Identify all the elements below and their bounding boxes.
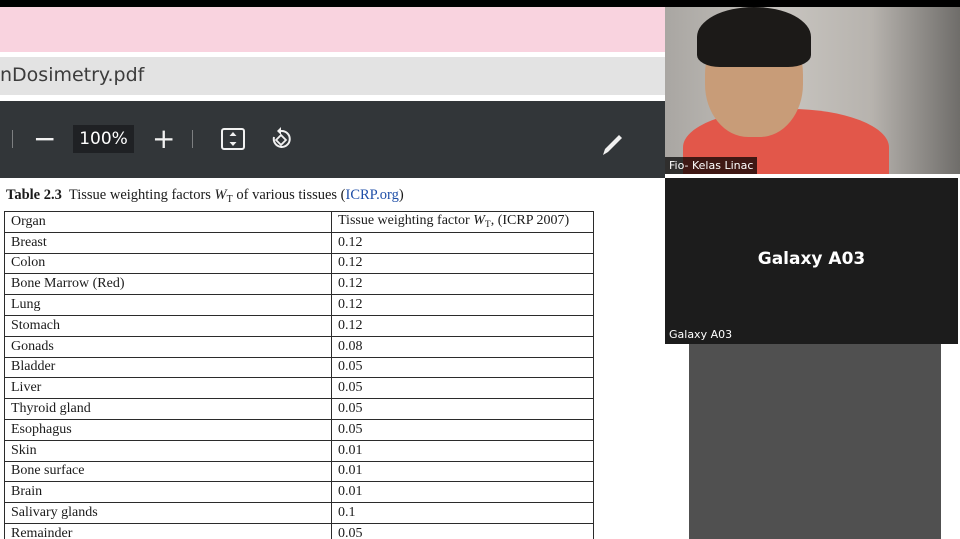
zoom-level-input[interactable]: 100%	[73, 125, 134, 153]
factor-cell: 0.12	[331, 232, 594, 254]
table-row: Stomach 0.12	[4, 315, 594, 337]
header-factor-suffix: , (ICRP 2007)	[490, 213, 570, 229]
organ-cell: Bladder	[4, 357, 332, 379]
table-row: Bladder 0.05	[4, 357, 594, 379]
fit-page-icon	[221, 128, 245, 150]
participant-video-fio[interactable]: Fio- Kelas Linac	[665, 7, 960, 174]
caption-text-after: of various tissues (	[232, 187, 346, 203]
video-panel-empty	[689, 344, 941, 539]
participant-name-tag: Galaxy A03	[669, 328, 733, 341]
table-row: Colon 0.12	[4, 253, 594, 275]
organ-cell: Skin	[4, 440, 332, 462]
factor-cell: 0.01	[331, 481, 594, 504]
organ-cell: Lung	[4, 294, 332, 316]
participant-display-name: Galaxy A03	[757, 249, 866, 269]
browser-tab-strip	[0, 7, 665, 52]
rotate-button[interactable]	[268, 126, 294, 152]
pen-icon	[603, 135, 622, 155]
file-name: nDosimetry.pdf	[0, 64, 145, 86]
table-number: Table 2.3	[6, 187, 62, 203]
panel-margin	[665, 344, 689, 539]
organ-cell: Salivary glands	[4, 502, 332, 524]
pdf-toolbar: − 100% +	[0, 101, 665, 178]
table-caption: Table 2.3 Tissue weighting factors WT of…	[6, 187, 404, 205]
header-organ: Organ	[4, 211, 332, 233]
header-factor: Tissue weighting factor WT, (ICRP 2007)	[331, 211, 594, 233]
rotate-icon	[272, 127, 291, 148]
caption-close: )	[398, 187, 404, 203]
organ-cell: Bone surface	[4, 461, 332, 483]
factor-cell: 0.1	[331, 502, 594, 524]
table-header-row: Organ Tissue weighting factor WT, (ICRP …	[4, 211, 594, 233]
table-row: Gonads 0.08	[4, 336, 594, 358]
factor-cell: 0.12	[331, 273, 594, 296]
table-row: Bone Marrow (Red) 0.12	[4, 273, 594, 296]
top-black-strip	[0, 0, 960, 7]
toolbar-divider	[12, 130, 13, 148]
factor-cell: 0.12	[331, 315, 594, 337]
participant-name-tag: Fio- Kelas Linac	[665, 157, 758, 174]
table-row: Breast 0.12	[4, 232, 594, 254]
panel-margin	[941, 344, 960, 539]
table-row: Salivary glands 0.1	[4, 502, 594, 524]
zoom-in-button[interactable]: +	[152, 121, 176, 157]
fit-page-button[interactable]	[220, 127, 246, 151]
factor-cell: 0.01	[331, 461, 594, 483]
factor-cell: 0.05	[331, 377, 594, 400]
zoom-out-button[interactable]: −	[33, 121, 57, 157]
minus-icon: −	[33, 122, 57, 155]
organ-cell: Breast	[4, 232, 332, 254]
table-row: Lung 0.12	[4, 294, 594, 316]
file-title-bar: nDosimetry.pdf	[0, 57, 665, 95]
factor-cell: 0.05	[331, 398, 594, 420]
participant-video-galaxy[interactable]: Galaxy A03 Galaxy A03	[665, 178, 958, 344]
organ-cell: Gonads	[4, 336, 332, 358]
organ-cell: Esophagus	[4, 419, 332, 441]
table-row: Esophagus 0.05	[4, 419, 594, 441]
table-row: Brain 0.01	[4, 481, 594, 504]
caption-symbol: W	[214, 187, 227, 203]
table-row: Liver 0.05	[4, 377, 594, 400]
factor-cell: 0.01	[331, 440, 594, 462]
factor-cell: 0.05	[331, 523, 594, 539]
caption-text: Tissue weighting factors	[68, 187, 215, 203]
organ-cell: Brain	[4, 481, 332, 504]
organ-cell: Liver	[4, 377, 332, 400]
organ-cell: Colon	[4, 253, 332, 275]
factor-cell: 0.08	[331, 336, 594, 358]
header-factor-symbol: W	[473, 213, 485, 229]
toolbar-divider	[192, 130, 193, 148]
factor-cell: 0.05	[331, 357, 594, 379]
table-row: Remainder 0.05	[4, 523, 594, 539]
table-row: Thyroid gland 0.05	[4, 398, 594, 420]
organ-cell: Stomach	[4, 315, 332, 337]
organ-cell: Bone Marrow (Red)	[4, 273, 332, 296]
organ-cell: Remainder	[4, 523, 332, 539]
tissue-weighting-table: Organ Tissue weighting factor WT, (ICRP …	[4, 211, 594, 539]
factor-cell: 0.12	[331, 294, 594, 316]
header-factor-prefix: Tissue weighting factor	[338, 213, 474, 229]
icrp-link[interactable]: ICRP.org	[346, 187, 399, 203]
participant-hair	[697, 7, 811, 67]
annotate-pen-button[interactable]	[600, 133, 624, 157]
factor-cell: 0.05	[331, 419, 594, 441]
plus-icon: +	[152, 122, 176, 155]
factor-cell: 0.12	[331, 253, 594, 275]
organ-cell: Thyroid gland	[4, 398, 332, 420]
pdf-page: Table 2.3 Tissue weighting factors WT of…	[0, 178, 665, 539]
table-row: Bone surface 0.01	[4, 461, 594, 483]
table-row: Skin 0.01	[4, 440, 594, 462]
